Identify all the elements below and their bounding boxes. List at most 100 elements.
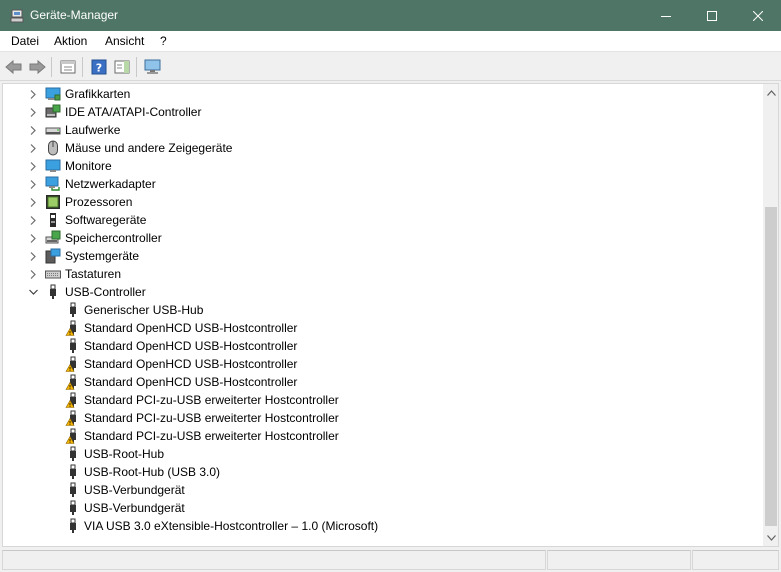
tree-category-speichercontroller[interactable]: Speichercontroller: [3, 229, 761, 247]
tree-device-label: Standard PCI-zu-USB erweiterter Hostcont…: [84, 393, 339, 407]
help-button[interactable]: ?: [89, 57, 109, 77]
minimize-icon: [661, 15, 671, 17]
menu-datei[interactable]: Datei: [11, 34, 39, 48]
menu-aktion[interactable]: Aktion: [54, 34, 87, 48]
usb-warning-icon: [65, 428, 81, 444]
tree-device-item[interactable]: Standard PCI-zu-USB erweiterter Hostcont…: [3, 427, 761, 445]
processor-icon: [45, 194, 61, 210]
action-pane-button[interactable]: [112, 57, 132, 77]
properties-pane-button[interactable]: [58, 57, 78, 77]
scan-hardware-button[interactable]: [143, 57, 163, 77]
forward-button[interactable]: [27, 57, 47, 77]
chevron-down-icon[interactable]: [27, 286, 39, 298]
tree-device-label: USB-Root-Hub (USB 3.0): [84, 465, 221, 479]
tree-device-item[interactable]: Standard PCI-zu-USB erweiterter Hostcont…: [3, 409, 761, 427]
chevron-right-icon[interactable]: [27, 250, 39, 262]
tree-category-tastaturen[interactable]: Tastaturen: [3, 265, 761, 283]
tree-device-label: USB-Verbundgerät: [84, 483, 185, 497]
tree-category-label: USB-Controller: [65, 285, 146, 299]
tree-category-label: Tastaturen: [65, 267, 122, 281]
tree-device-label: Standard OpenHCD USB-Hostcontroller: [84, 375, 298, 389]
usb-warning-icon: [65, 356, 81, 372]
tree-category-mäuse-und-andere-zeigegeräte[interactable]: Mäuse und andere Zeigegeräte: [3, 139, 761, 157]
tree-device-item[interactable]: USB-Root-Hub: [3, 445, 761, 463]
tree-category-usb-controller[interactable]: USB-Controller: [3, 283, 761, 301]
maximize-button[interactable]: [689, 0, 735, 31]
chevron-right-icon[interactable]: [27, 178, 39, 190]
usb-icon: [65, 464, 81, 480]
chevron-right-icon[interactable]: [27, 196, 39, 208]
usb-icon: [65, 302, 81, 318]
device-tree[interactable]: Grafikkarten IDE ATA/ATAPI-Controller Lauf…: [2, 83, 779, 547]
tree-device-label: Standard OpenHCD USB-Hostcontroller: [84, 357, 298, 371]
tree-category-grafikkarten[interactable]: Grafikkarten: [3, 85, 761, 103]
tree-device-label: USB-Verbundgerät: [84, 501, 185, 515]
status-cell-right: [692, 550, 779, 570]
tree-category-label: Monitore: [65, 159, 112, 173]
tree-device-item[interactable]: USB-Verbundgerät: [3, 481, 761, 499]
tree-category-label: Systemgeräte: [65, 249, 140, 263]
tree-device-item[interactable]: Standard OpenHCD USB-Hostcontroller: [3, 319, 761, 337]
maximize-icon: [707, 10, 717, 21]
tree-device-item[interactable]: Standard PCI-zu-USB erweiterter Hostcont…: [3, 391, 761, 409]
menu-help[interactable]: ?: [160, 34, 167, 48]
chevron-right-icon[interactable]: [27, 106, 39, 118]
tree-category-laufwerke[interactable]: Laufwerke: [3, 121, 761, 139]
monitor-icon: [45, 158, 61, 174]
usb-warning-icon: [65, 320, 81, 336]
close-icon: [753, 10, 763, 21]
vertical-scrollbar[interactable]: [763, 84, 778, 546]
tree-device-item[interactable]: USB-Verbundgerät: [3, 499, 761, 517]
system-device-icon: [45, 248, 61, 264]
tree-category-prozessoren[interactable]: Prozessoren: [3, 193, 761, 211]
chevron-right-icon[interactable]: [27, 160, 39, 172]
forward-icon: [29, 59, 46, 75]
status-cell-main: [2, 550, 546, 570]
chevron-right-icon[interactable]: [27, 232, 39, 244]
menu-bar: Datei Aktion Ansicht ?: [0, 31, 781, 52]
tree-category-label: Laufwerke: [65, 123, 121, 137]
status-cell-middle: [547, 550, 691, 570]
scrollbar-thumb[interactable]: [765, 207, 777, 526]
chevron-right-icon[interactable]: [27, 142, 39, 154]
properties-pane-icon: [60, 60, 76, 74]
chevron-right-icon[interactable]: [27, 124, 39, 136]
tree-device-item[interactable]: USB-Root-Hub (USB 3.0): [3, 463, 761, 481]
storage-controller-icon: [45, 230, 61, 246]
tree-category-systemgeräte[interactable]: Systemgeräte: [3, 247, 761, 265]
tree-device-item[interactable]: VIA USB 3.0 eXtensible-Hostcontroller – …: [3, 517, 761, 535]
menu-ansicht[interactable]: Ansicht: [105, 34, 144, 48]
tree-device-item[interactable]: Standard OpenHCD USB-Hostcontroller: [3, 337, 761, 355]
tree-category-monitore[interactable]: Monitore: [3, 157, 761, 175]
usb-icon: [65, 482, 81, 498]
tree-category-ide-ata-atapi-controller[interactable]: IDE ATA/ATAPI-Controller: [3, 103, 761, 121]
tree-category-netzwerkadapter[interactable]: Netzwerkadapter: [3, 175, 761, 193]
keyboard-icon: [45, 266, 61, 282]
scroll-down-button[interactable]: [763, 529, 778, 546]
network-adapter-icon: [45, 176, 61, 192]
scroll-up-button[interactable]: [763, 84, 778, 101]
tree-device-label: VIA USB 3.0 eXtensible-Hostcontroller – …: [84, 519, 379, 533]
tree-category-label: IDE ATA/ATAPI-Controller: [65, 105, 202, 119]
chevron-right-icon[interactable]: [27, 214, 39, 226]
monitor-scan-icon: [144, 59, 161, 74]
tree-device-label: Standard PCI-zu-USB erweiterter Hostcont…: [84, 429, 339, 443]
toolbar-separator: [51, 57, 52, 77]
tree-device-label: Standard PCI-zu-USB erweiterter Hostcont…: [84, 411, 339, 425]
tree-device-item[interactable]: Standard OpenHCD USB-Hostcontroller: [3, 355, 761, 373]
usb-warning-icon: [65, 410, 81, 426]
toolbar-separator: [82, 57, 83, 77]
tree-category-softwaregeräte[interactable]: Softwaregeräte: [3, 211, 761, 229]
back-button[interactable]: [4, 57, 24, 77]
chevron-up-icon: [766, 89, 776, 96]
disk-drive-icon: [45, 122, 61, 138]
title-bar[interactable]: Geräte-Manager: [0, 0, 781, 31]
tree-device-item[interactable]: Generischer USB-Hub: [3, 301, 761, 319]
tree-device-item[interactable]: Standard OpenHCD USB-Hostcontroller: [3, 373, 761, 391]
tree-category-label: Prozessoren: [65, 195, 133, 209]
chevron-right-icon[interactable]: [27, 88, 39, 100]
close-button[interactable]: [735, 0, 781, 31]
chevron-right-icon[interactable]: [27, 268, 39, 280]
minimize-button[interactable]: [643, 0, 689, 31]
usb-icon: [65, 338, 81, 354]
